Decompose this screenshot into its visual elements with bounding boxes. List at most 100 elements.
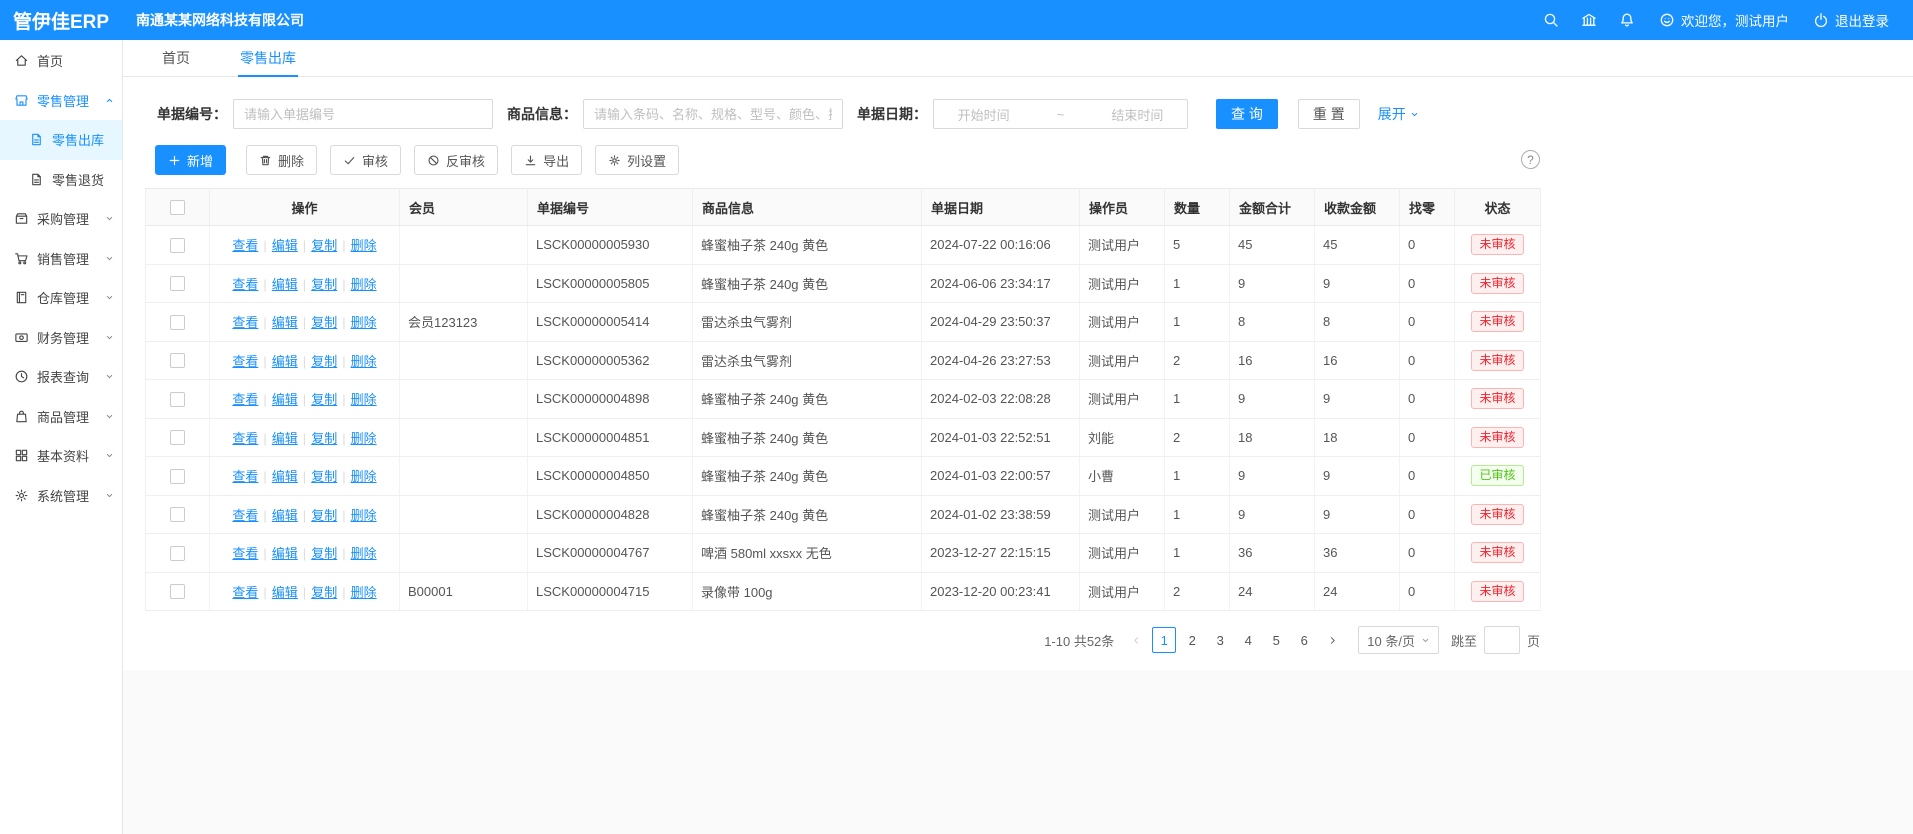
- row-action-delete[interactable]: 删除: [351, 238, 377, 253]
- row-action-edit[interactable]: 编辑: [272, 392, 298, 407]
- sidebar-item-goods[interactable]: 商品管理: [0, 397, 122, 437]
- export-button[interactable]: 导出: [511, 145, 582, 175]
- page-button-2[interactable]: 2: [1180, 627, 1204, 653]
- page-button-6[interactable]: 6: [1292, 627, 1316, 653]
- sidebar-item-system[interactable]: 系统管理: [0, 476, 122, 516]
- search-icon[interactable]: [1543, 12, 1559, 28]
- bill-no-input[interactable]: [233, 99, 493, 129]
- row-checkbox[interactable]: [170, 507, 185, 522]
- row-checkbox[interactable]: [170, 353, 185, 368]
- status-badge: 未审核: [1471, 427, 1523, 448]
- row-action-edit[interactable]: 编辑: [272, 585, 298, 600]
- row-select-cell: [146, 303, 210, 342]
- reset-button[interactable]: 重 置: [1298, 99, 1360, 129]
- sidebar-item-retail-outbound[interactable]: 零售出库: [0, 120, 122, 160]
- row-action-view[interactable]: 查看: [232, 392, 258, 407]
- row-action-delete[interactable]: 删除: [351, 392, 377, 407]
- sidebar-item-home[interactable]: 首页: [0, 41, 122, 81]
- row-action-copy[interactable]: 复制: [311, 354, 337, 369]
- audit-button[interactable]: 审核: [330, 145, 401, 175]
- row-action-edit[interactable]: 编辑: [272, 508, 298, 523]
- row-action-delete[interactable]: 删除: [351, 277, 377, 292]
- column-settings-button[interactable]: 列设置: [595, 145, 679, 175]
- row-action-copy[interactable]: 复制: [311, 315, 337, 330]
- unaudit-button[interactable]: 反审核: [414, 145, 498, 175]
- sidebar-item-reports[interactable]: 报表查询: [0, 357, 122, 397]
- row-action-view[interactable]: 查看: [232, 469, 258, 484]
- logout-button[interactable]: 退出登录: [1813, 10, 1889, 30]
- page-size-select[interactable]: 10 条/页: [1358, 626, 1439, 654]
- row-action-delete[interactable]: 删除: [351, 546, 377, 561]
- expand-link[interactable]: 展开: [1378, 104, 1419, 124]
- date-range-picker[interactable]: 开始时间 ~ 结束时间: [933, 99, 1188, 129]
- tab-retail-outbound[interactable]: 零售出库: [238, 40, 298, 77]
- product-input[interactable]: [583, 99, 843, 129]
- row-action-delete[interactable]: 删除: [351, 508, 377, 523]
- help-icon[interactable]: ?: [1521, 150, 1540, 169]
- row-action-edit[interactable]: 编辑: [272, 238, 298, 253]
- row-checkbox[interactable]: [170, 584, 185, 599]
- prev-page-button[interactable]: [1124, 627, 1148, 653]
- row-action-view[interactable]: 查看: [232, 508, 258, 523]
- action-separator: |: [263, 354, 266, 369]
- cell-amount: 9: [1230, 264, 1315, 303]
- action-separator: |: [342, 315, 345, 330]
- row-action-edit[interactable]: 编辑: [272, 354, 298, 369]
- page-button-5[interactable]: 5: [1264, 627, 1288, 653]
- row-checkbox[interactable]: [170, 469, 185, 484]
- row-action-delete[interactable]: 删除: [351, 431, 377, 446]
- sidebar: 首页 零售管理 零售出库 零售退货 采购管理 销售管理: [0, 40, 123, 834]
- row-action-view[interactable]: 查看: [232, 546, 258, 561]
- row-action-copy[interactable]: 复制: [311, 508, 337, 523]
- row-action-copy[interactable]: 复制: [311, 585, 337, 600]
- row-action-copy[interactable]: 复制: [311, 431, 337, 446]
- row-checkbox[interactable]: [170, 238, 185, 253]
- row-checkbox[interactable]: [170, 392, 185, 407]
- row-action-view[interactable]: 查看: [232, 277, 258, 292]
- row-action-delete[interactable]: 删除: [351, 354, 377, 369]
- row-action-edit[interactable]: 编辑: [272, 469, 298, 484]
- sidebar-item-retail[interactable]: 零售管理: [0, 81, 122, 121]
- jump-input[interactable]: [1484, 626, 1520, 654]
- row-action-copy[interactable]: 复制: [311, 238, 337, 253]
- row-action-view[interactable]: 查看: [232, 585, 258, 600]
- tab-home[interactable]: 首页: [160, 40, 192, 77]
- row-action-view[interactable]: 查看: [232, 315, 258, 330]
- search-button[interactable]: 查 询: [1216, 99, 1278, 129]
- row-action-view[interactable]: 查看: [232, 238, 258, 253]
- row-checkbox[interactable]: [170, 276, 185, 291]
- row-checkbox[interactable]: [170, 430, 185, 445]
- sidebar-item-warehouse[interactable]: 仓库管理: [0, 278, 122, 318]
- sidebar-item-finance[interactable]: 财务管理: [0, 318, 122, 358]
- row-action-copy[interactable]: 复制: [311, 277, 337, 292]
- page-button-3[interactable]: 3: [1208, 627, 1232, 653]
- row-action-view[interactable]: 查看: [232, 431, 258, 446]
- row-action-delete[interactable]: 删除: [351, 315, 377, 330]
- page-button-4[interactable]: 4: [1236, 627, 1260, 653]
- user-welcome[interactable]: 欢迎您，测试用户: [1659, 10, 1789, 30]
- row-action-edit[interactable]: 编辑: [272, 315, 298, 330]
- bell-icon[interactable]: [1619, 12, 1635, 28]
- row-action-delete[interactable]: 删除: [351, 585, 377, 600]
- row-checkbox[interactable]: [170, 546, 185, 561]
- row-action-view[interactable]: 查看: [232, 354, 258, 369]
- row-action-edit[interactable]: 编辑: [272, 546, 298, 561]
- row-checkbox[interactable]: [170, 315, 185, 330]
- row-action-delete[interactable]: 删除: [351, 469, 377, 484]
- next-page-button[interactable]: [1320, 627, 1344, 653]
- row-action-copy[interactable]: 复制: [311, 469, 337, 484]
- sidebar-item-basic-data[interactable]: 基本资料: [0, 436, 122, 476]
- add-button[interactable]: 新增: [155, 145, 226, 175]
- sidebar-item-retail-return[interactable]: 零售退货: [0, 160, 122, 200]
- row-action-edit[interactable]: 编辑: [272, 277, 298, 292]
- row-action-copy[interactable]: 复制: [311, 546, 337, 561]
- sidebar-item-purchase[interactable]: 采购管理: [0, 199, 122, 239]
- page-button-1[interactable]: 1: [1152, 627, 1176, 653]
- select-all-checkbox[interactable]: [170, 200, 185, 215]
- sidebar-item-sales[interactable]: 销售管理: [0, 239, 122, 279]
- cell-product: 蜂蜜柚子茶 240g 黄色: [693, 457, 922, 496]
- row-action-edit[interactable]: 编辑: [272, 431, 298, 446]
- bank-icon[interactable]: [1581, 12, 1597, 28]
- delete-button[interactable]: 删除: [246, 145, 317, 175]
- row-action-copy[interactable]: 复制: [311, 392, 337, 407]
